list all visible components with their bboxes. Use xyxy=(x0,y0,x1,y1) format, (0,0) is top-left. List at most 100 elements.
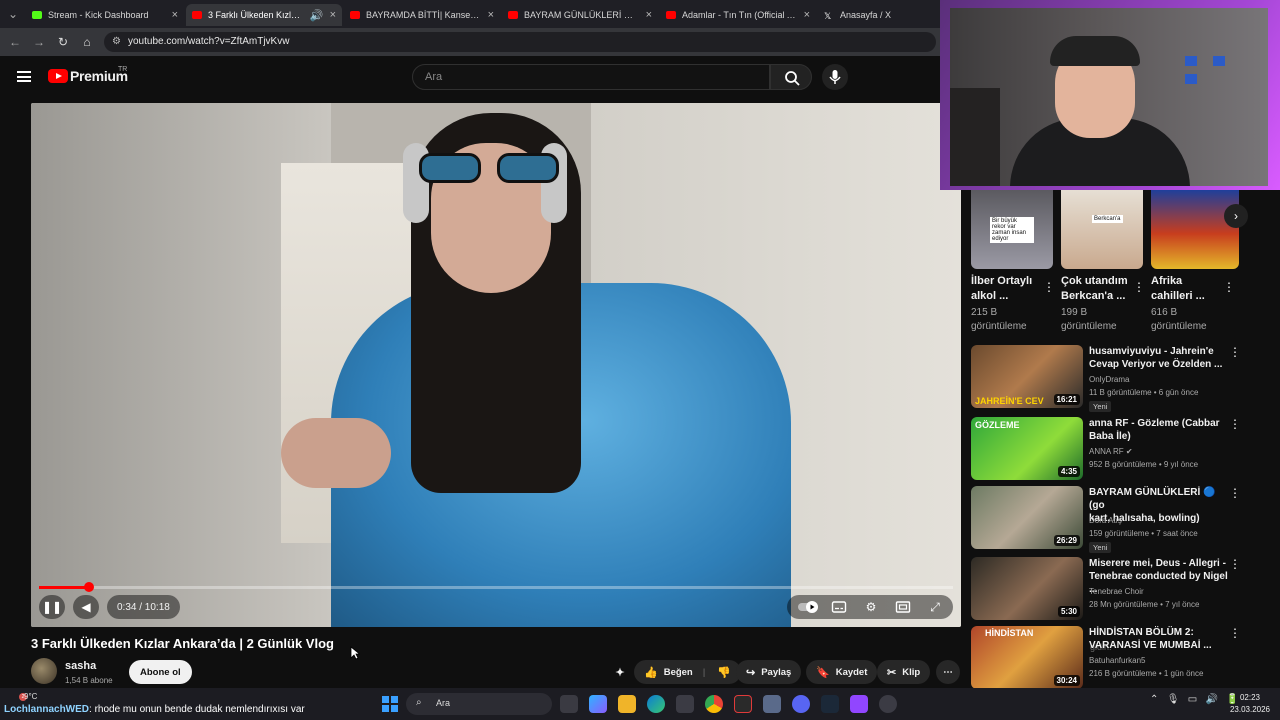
tab-youtube-active[interactable]: 3 Farklı Ülkeden Kızlar Anka 🔊 × xyxy=(186,4,342,26)
list-item[interactable]: 5:30 Miserere mei, Deus - Allegri - Teneb… xyxy=(971,557,1271,621)
like-button[interactable]: 👍 Beğen | 👎 xyxy=(634,660,742,684)
channel-name[interactable]: Batuhanfurkan5 xyxy=(1089,656,1146,665)
speaker-icon[interactable]: 🔊 xyxy=(310,9,324,22)
duration-badge: 4:35 xyxy=(1057,466,1080,477)
video-meta: 28 Mn görüntüleme • 7 yıl önce xyxy=(1089,600,1200,609)
channel-name[interactable]: ANNA RF ✔ xyxy=(1089,447,1133,456)
back-arrow-icon[interactable]: ← xyxy=(6,33,24,51)
youtube-icon xyxy=(350,11,360,19)
close-icon[interactable]: × xyxy=(804,9,810,21)
task-view-icon[interactable] xyxy=(560,695,578,713)
progress-bar[interactable] xyxy=(39,582,953,592)
pause-button[interactable]: ❚❚ xyxy=(39,595,65,619)
clip-button[interactable]: ✂ Klip xyxy=(877,660,931,684)
copilot-icon[interactable] xyxy=(589,695,607,713)
store-icon[interactable] xyxy=(676,695,694,713)
list-item[interactable]: JAHREİN'E CEV 16:21 husamviyuviyu - Jahr… xyxy=(971,345,1271,412)
list-item[interactable]: HİNDİSTAN 30:24 HİNDİSTAN BÖLÜM 2: VARANA… xyxy=(971,626,1271,690)
video-frame-sunglasses xyxy=(419,153,564,185)
tab-search-icon[interactable]: ⌄ xyxy=(4,5,22,23)
short-title[interactable]: Çok utandım Berkcan'a ... xyxy=(1061,274,1133,304)
tab-bayramda-bitti[interactable]: BAYRAMDA BİTTİ| Kanser oldul × xyxy=(344,4,500,26)
more-vert-icon[interactable]: ⋮ xyxy=(1229,626,1241,640)
video-thumbnail[interactable]: HİNDİSTAN 30:24 xyxy=(971,626,1083,689)
more-vert-icon[interactable]: ⋮ xyxy=(1229,486,1241,500)
menu-icon[interactable] xyxy=(17,71,31,82)
close-icon[interactable]: × xyxy=(330,9,336,21)
short-title[interactable]: Afrika cahilleri ... xyxy=(1151,274,1223,304)
site-info-icon[interactable]: ⚙ xyxy=(112,36,121,47)
video-thumbnail[interactable]: JAHREİN'E CEV 16:21 xyxy=(971,345,1083,408)
more-vert-icon[interactable]: ⋮ xyxy=(1229,417,1241,431)
settings-gear-icon[interactable]: ⚙ xyxy=(863,599,879,615)
video-thumbnail[interactable]: 26:29 xyxy=(971,486,1083,549)
channel-name[interactable]: sasha xyxy=(65,660,96,672)
more-actions-button[interactable]: ⋯ xyxy=(936,660,960,684)
steam-icon[interactable] xyxy=(821,695,839,713)
more-vert-icon[interactable]: ⋮ xyxy=(1229,557,1241,571)
app-icon[interactable] xyxy=(734,695,752,713)
fullscreen-icon[interactable]: ⤢ xyxy=(927,599,943,615)
subtitles-icon[interactable] xyxy=(831,599,847,615)
youtube-logo-icon[interactable] xyxy=(48,69,68,83)
reload-icon[interactable]: ↻ xyxy=(54,33,72,51)
search-input[interactable]: Ara xyxy=(412,64,770,90)
rgb-lights xyxy=(1185,53,1255,84)
tab-kick-dashboard[interactable]: Stream - Kick Dashboard × xyxy=(26,4,184,26)
more-vert-icon[interactable]: ⋮ xyxy=(1223,280,1235,294)
mouse-cursor-icon xyxy=(350,646,360,660)
list-item[interactable]: 26:29 BAYRAM GÜNLÜKLERİ 🔵 (go kart, halıs… xyxy=(971,486,1271,553)
streamer-cap xyxy=(1050,36,1140,66)
volume-button[interactable]: ◀ xyxy=(73,595,99,619)
taskbar-search[interactable]: ⌕ Ara xyxy=(406,693,552,715)
more-vert-icon[interactable]: ⋮ xyxy=(1043,280,1055,294)
autoplay-toggle-icon[interactable] xyxy=(797,599,819,615)
windows-start-icon[interactable] xyxy=(382,696,398,712)
chevron-right-icon[interactable]: › xyxy=(1224,204,1248,228)
channel-name[interactable]: OnlyDrama xyxy=(1089,375,1129,384)
tab-bayram-gunlukleri[interactable]: BAYRAM GÜNLÜKLERİ 🔵 (go k × xyxy=(502,4,658,26)
channel-name[interactable]: Dora Atış xyxy=(1089,516,1122,525)
save-button[interactable]: 🔖 Kaydet xyxy=(806,660,878,684)
forward-arrow-icon[interactable]: → xyxy=(30,33,48,51)
close-icon[interactable]: × xyxy=(646,9,652,21)
video-player[interactable]: ❚❚ ◀ 0:34 / 10:18 ⚙ ⤢ xyxy=(31,103,961,627)
clock[interactable]: 02:23 23.03.2026 xyxy=(1222,692,1278,716)
more-vert-icon[interactable]: ⋮ xyxy=(1133,280,1145,294)
address-bar[interactable]: ⚙ youtube.com/watch?v=ZftAmTjvKvw xyxy=(104,32,936,52)
video-thumbnail[interactable]: GÖZLEME 4:35 xyxy=(971,417,1083,480)
file-explorer-icon[interactable] xyxy=(618,695,636,713)
new-badge: Yeni xyxy=(1089,401,1112,412)
youtube-header: Premium TR Ara xyxy=(0,56,940,98)
app-icon[interactable] xyxy=(763,695,781,713)
tab-x-home[interactable]: 𝕏 Anasayfa / X xyxy=(818,4,936,26)
theater-mode-icon[interactable] xyxy=(895,599,911,615)
short-thumbnail[interactable] xyxy=(1151,190,1239,269)
sparkle-ai-button[interactable]: ✦ xyxy=(610,660,630,684)
search-button[interactable] xyxy=(770,64,812,90)
short-thumbnail[interactable] xyxy=(1061,190,1143,269)
home-icon[interactable]: ⌂ xyxy=(78,33,96,51)
video-thumbnail[interactable]: 5:30 xyxy=(971,557,1083,620)
channel-name[interactable]: Tenebrae Choir xyxy=(1089,587,1144,596)
avatar[interactable] xyxy=(31,658,57,684)
tab-adamlar[interactable]: Adamlar - Tın Tın (Official Audio × xyxy=(660,4,816,26)
twitch-icon[interactable] xyxy=(850,695,868,713)
weather-widget[interactable]: 9°C xyxy=(24,692,37,701)
close-icon[interactable]: × xyxy=(488,9,494,21)
edge-icon[interactable] xyxy=(647,695,665,713)
more-vert-icon[interactable]: ⋮ xyxy=(1229,345,1241,359)
voice-search-button[interactable] xyxy=(822,64,848,90)
close-icon[interactable]: × xyxy=(172,9,178,21)
subscribe-button[interactable]: Abone ol xyxy=(129,660,192,684)
chrome-icon[interactable] xyxy=(705,695,723,713)
short-title[interactable]: İlber Ortaylı alkol ... xyxy=(971,274,1043,304)
webcam-overlay xyxy=(940,0,1280,190)
list-item[interactable]: GÖZLEME 4:35 anna RF - Gözleme (Cabbar Ba… xyxy=(971,417,1271,481)
obs-icon[interactable] xyxy=(879,695,897,713)
discord-icon[interactable] xyxy=(792,695,810,713)
thumbs-down-icon[interactable]: 👎 xyxy=(717,666,731,679)
tab-title: Anasayfa / X xyxy=(840,10,892,20)
share-button[interactable]: ↪ Paylaş xyxy=(736,660,802,684)
short-caption: Bir büyük rekor var zaman insan ediyor xyxy=(990,217,1034,243)
